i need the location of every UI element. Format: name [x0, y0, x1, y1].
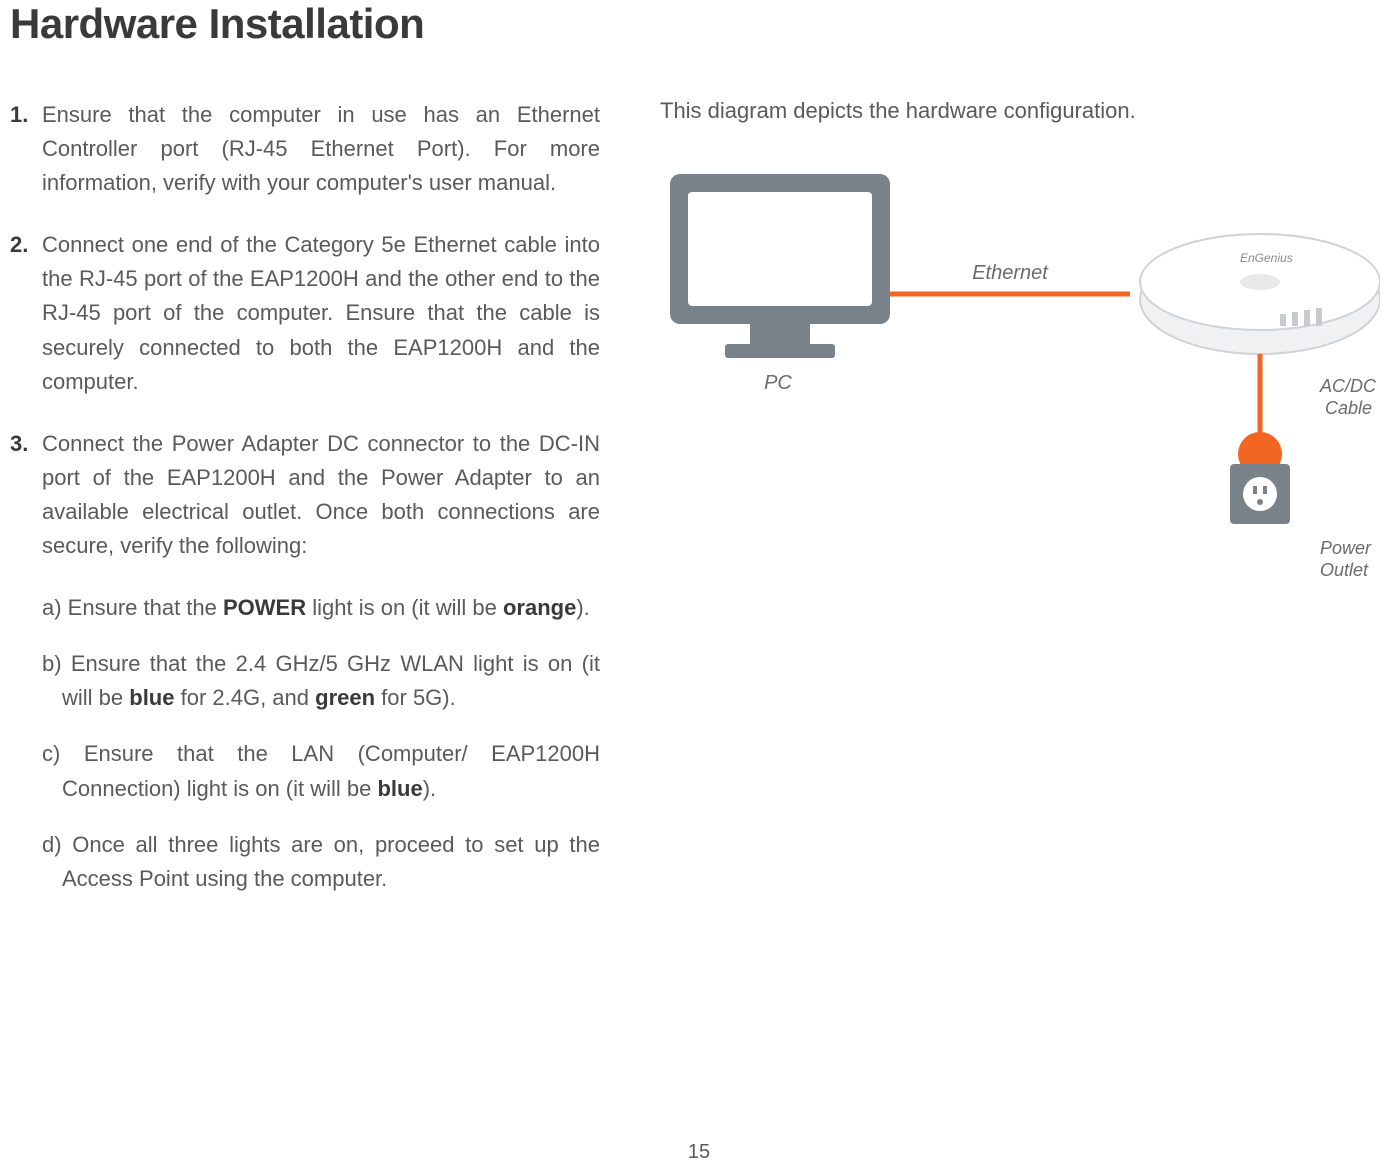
substep-a-bold-orange: orange	[503, 595, 576, 620]
substep-a-mid: light is on (it will be	[306, 595, 503, 620]
substep-c-bold-blue: blue	[377, 776, 422, 801]
substep-b-bold-green: green	[315, 685, 375, 710]
acdc-label-line1: AC/DC	[1319, 376, 1377, 396]
step-1-text: Ensure that the computer in use has an E…	[42, 102, 600, 195]
step-1-number: 1.	[10, 98, 28, 132]
substep-c-pre: c) Ensure that the LAN (Computer/ EAP120…	[42, 741, 600, 800]
step-2: 2. Connect one end of the Category 5e Et…	[10, 228, 600, 398]
brand-label: EnGenius	[1240, 251, 1293, 265]
content-container: 1. Ensure that the computer in use has a…	[10, 98, 1388, 918]
ethernet-label: Ethernet	[972, 262, 1049, 284]
page-number: 15	[688, 1141, 710, 1164]
substep-c-end: ).	[423, 776, 436, 801]
step-2-number: 2.	[10, 228, 28, 262]
substep-a-end: ).	[576, 595, 589, 620]
substep-b-mid: for 2.4G, and	[174, 685, 315, 710]
left-column: 1. Ensure that the computer in use has a…	[10, 98, 600, 918]
substep-c: c) Ensure that the LAN (Computer/ EAP120…	[10, 737, 600, 805]
step-3: 3. Connect the Power Adapter DC connecto…	[10, 427, 600, 563]
outlet-label-line1: Power	[1320, 538, 1372, 558]
acdc-label-line2: Cable	[1325, 398, 1372, 418]
substep-b: b) Ensure that the 2.4 GHz/5 GHz WLAN li…	[10, 647, 600, 715]
substep-b-bold-blue: blue	[129, 685, 174, 710]
step-3-number: 3.	[10, 427, 28, 461]
substep-d: d) Once all three lights are on, proceed…	[10, 828, 600, 896]
hardware-diagram: PC Ethernet EnGenius AC/DC Cable	[660, 164, 1380, 584]
page-title: Hardware Installation	[10, 0, 1388, 48]
substep-a-bold-power: POWER	[223, 595, 306, 620]
right-column: This diagram depicts the hardware config…	[660, 98, 1388, 918]
diagram-caption: This diagram depicts the hardware config…	[660, 98, 1388, 124]
pc-label: PC	[764, 372, 792, 394]
substep-d-text: d) Once all three lights are on, proceed…	[42, 832, 600, 891]
step-2-text: Connect one end of the Category 5e Ether…	[42, 232, 600, 393]
substep-a: a) Ensure that the POWER light is on (it…	[10, 591, 600, 625]
step-3-text: Connect the Power Adapter DC connector t…	[42, 431, 600, 558]
substep-a-pre: a) Ensure that the	[42, 595, 223, 620]
substep-b-end: for 5G).	[375, 685, 456, 710]
step-1: 1. Ensure that the computer in use has a…	[10, 98, 600, 200]
outlet-label-line2: Outlet	[1320, 560, 1369, 580]
